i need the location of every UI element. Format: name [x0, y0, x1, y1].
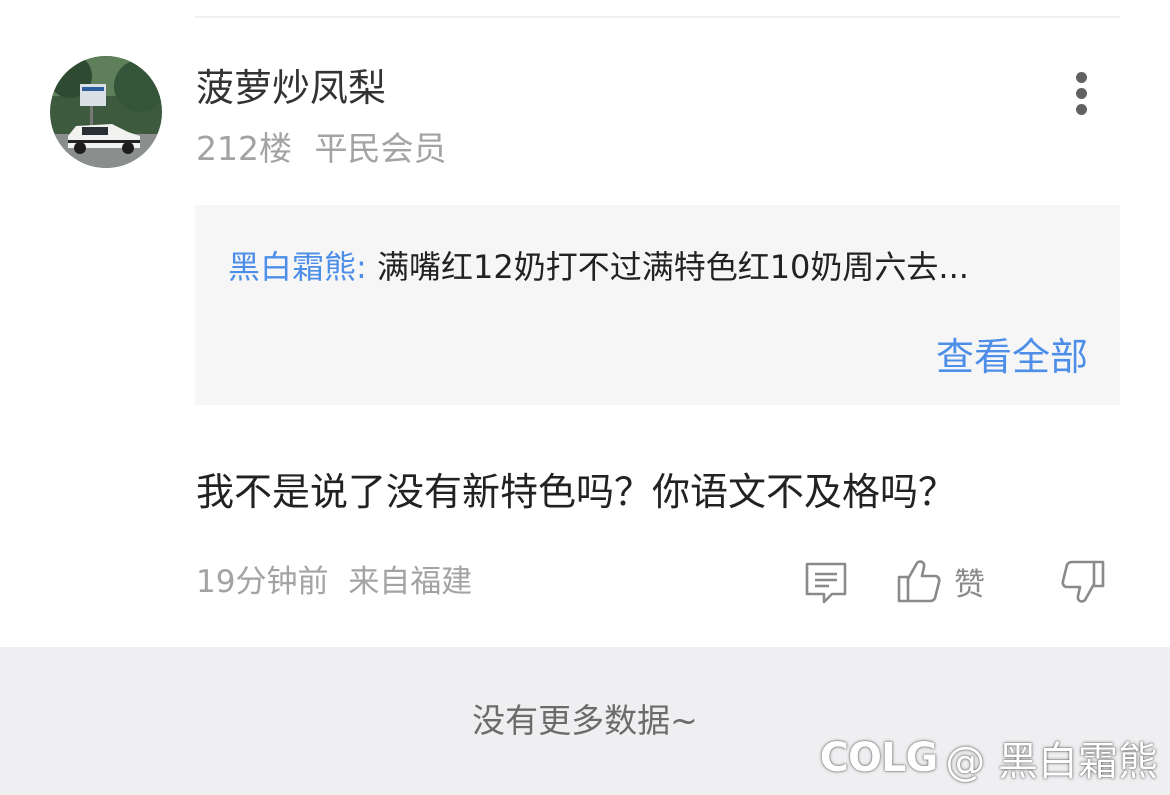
comment-footer-meta: 19分钟前 来自福建: [196, 561, 472, 603]
thumbs-down-icon: [1061, 560, 1105, 603]
avatar-image: [50, 56, 162, 168]
colg-logo: COLG: [819, 735, 939, 781]
quoted-text: 满嘴红12奶打不过满特色红10奶周六去...: [376, 248, 969, 286]
quoted-reply: 黑白霜熊: 满嘴红12奶打不过满特色红10奶周六去... 查看全部: [195, 205, 1120, 405]
avatar[interactable]: [50, 56, 162, 168]
watermark: COLG @ 黑白霜熊: [820, 729, 1158, 787]
view-all-link[interactable]: 查看全部: [936, 332, 1088, 382]
comment-time: 19分钟前: [196, 564, 329, 600]
quoted-author[interactable]: 黑白霜熊:: [228, 248, 367, 286]
comment-meta: 212楼 平民会员: [196, 127, 447, 171]
dislike-button[interactable]: [1058, 558, 1106, 606]
watermark-handle: @ 黑白霜熊: [945, 739, 1158, 785]
quoted-reply-line: 黑白霜熊: 满嘴红12奶打不过满特色红10奶周六去...: [228, 245, 1088, 289]
like-label: 赞: [954, 566, 985, 603]
thumbs-up-icon: [897, 560, 941, 603]
list-end-bar: 没有更多数据~ COLG @ 黑白霜熊: [0, 647, 1170, 795]
top-divider: [195, 16, 1120, 18]
comment-location: 来自福建: [348, 564, 473, 600]
comment-icon: [805, 562, 847, 604]
more-options-button[interactable]: [1066, 70, 1098, 118]
like-button[interactable]: 赞: [896, 556, 985, 606]
floor-number: 212楼: [196, 129, 292, 168]
member-level: 平民会员: [314, 129, 447, 168]
comment-text: 我不是说了没有新特色吗？你语文不及格吗？: [196, 470, 957, 514]
reply-button[interactable]: [802, 558, 850, 606]
username[interactable]: 菠萝炒凤梨: [196, 64, 386, 112]
